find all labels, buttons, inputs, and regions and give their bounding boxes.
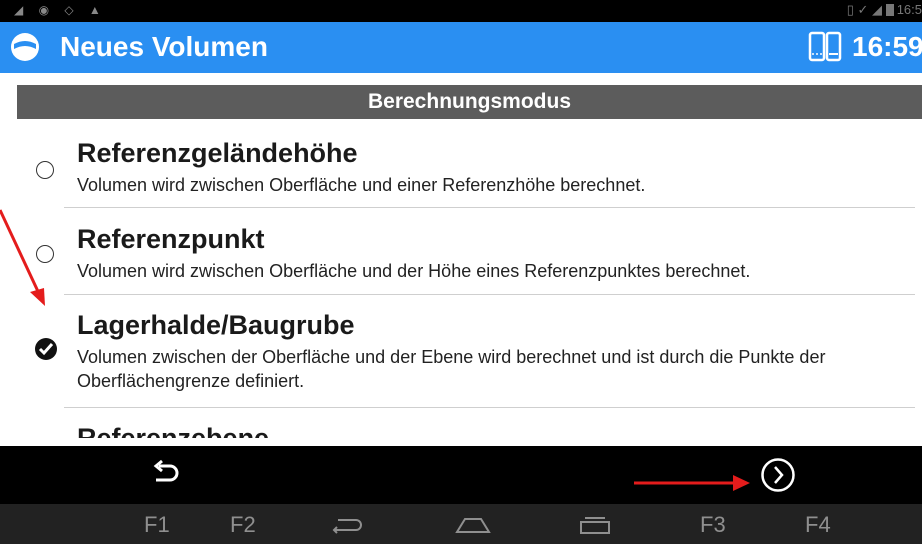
section-header: Berechnungsmodus [17, 85, 922, 119]
option-description: Volumen wird zwischen Oberfläche und der… [77, 261, 751, 281]
option-referenzpunkt[interactable]: Referenzpunkt Volumen wird zwischen Ober… [0, 219, 922, 285]
back-arrow-icon[interactable] [150, 459, 182, 489]
system-nav-bar: F1 F2 F3 F4 [0, 504, 922, 544]
divider [64, 207, 915, 208]
content-area: Berechnungsmodus Referenzgeländehöhe Vol… [0, 73, 922, 438]
app-clock: 16:59 [852, 31, 922, 62]
f3-key[interactable]: F3 [700, 512, 726, 538]
divider [64, 407, 915, 408]
option-title: Referenzgeländehöhe [77, 138, 358, 168]
option-title: Lagerhalde/Baugrube [77, 310, 355, 340]
checkmark-icon [38, 343, 54, 356]
page-title: Neues Volumen [60, 31, 268, 62]
notification-icons: ◢ ◉ ◇ ▲ [14, 3, 107, 17]
app-bar: Neues Volumen 16:59 [0, 22, 922, 73]
nav-recents-icon[interactable] [578, 514, 612, 536]
action-bar [0, 446, 922, 504]
option-description: Volumen wird zwischen Oberfläche und ein… [77, 175, 646, 195]
divider [64, 294, 915, 295]
radio-button[interactable] [36, 161, 54, 179]
nav-home-icon[interactable] [455, 516, 491, 534]
option-title: Referenzebene [77, 423, 270, 438]
app-logo-icon[interactable] [10, 32, 40, 62]
option-title: Referenzpunkt [77, 224, 265, 254]
battery-icon [885, 4, 894, 16]
f4-key[interactable]: F4 [805, 512, 831, 538]
f1-key[interactable]: F1 [144, 512, 170, 538]
option-lagerhalde-baugrube[interactable]: Lagerhalde/Baugrube Volumen zwischen der… [0, 305, 922, 405]
radio-button-checked[interactable] [35, 338, 57, 360]
status-right: ▯ ✓ ◢ 16:5 [847, 2, 922, 18]
signal-icon: ▯ ✓ ◢ [846, 2, 883, 17]
f2-key[interactable]: F2 [230, 512, 256, 538]
option-referenzebene[interactable]: Referenzebene [0, 419, 922, 438]
status-time: 16:5 [896, 2, 922, 17]
option-description: Volumen zwischen der Oberfläche und der … [77, 347, 826, 391]
status-bar: ◢ ◉ ◇ ▲ ▯ ✓ ◢ 16:5 [0, 0, 922, 22]
next-circle-icon[interactable] [760, 457, 796, 493]
device-icon[interactable] [808, 30, 842, 64]
option-referenzgelaendehoehe[interactable]: Referenzgeländehöhe Volumen wird zwische… [0, 135, 922, 201]
nav-back-icon[interactable] [330, 516, 364, 534]
radio-button[interactable] [36, 245, 54, 263]
